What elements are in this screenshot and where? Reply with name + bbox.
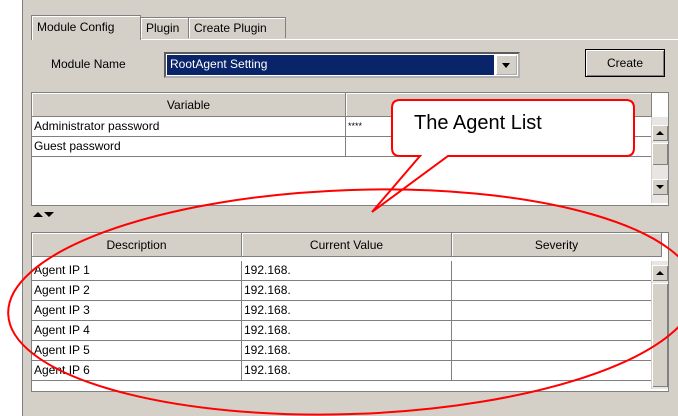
agent-list-highlight-ellipse bbox=[7, 188, 678, 416]
annotation-overlay bbox=[7, 99, 678, 416]
tab-module-config[interactable]: Module Config bbox=[31, 15, 141, 40]
callout-label: The Agent List bbox=[414, 112, 542, 134]
